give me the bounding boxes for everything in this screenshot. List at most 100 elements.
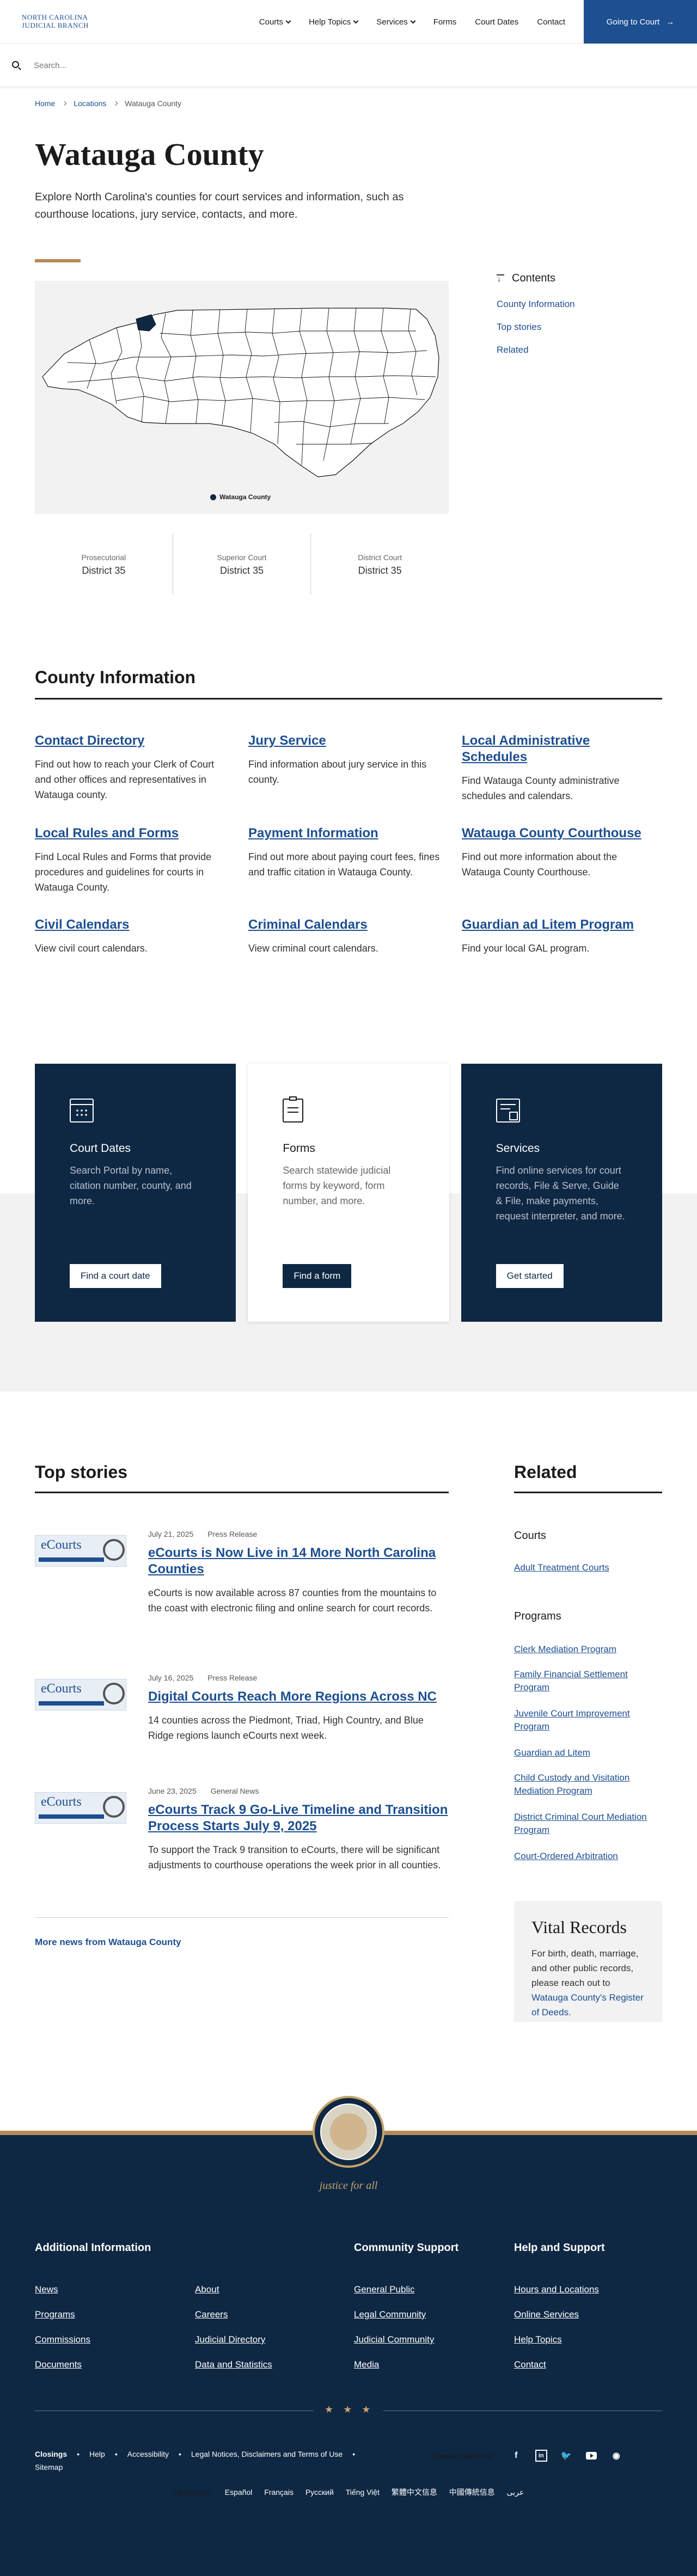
map-legend: Watauga County (210, 493, 271, 501)
language-link[interactable]: 中國傳統信息 (449, 2488, 495, 2497)
info-card-link[interactable]: Local Rules and Forms (35, 825, 248, 842)
language-link[interactable]: Tiếng Việt (346, 2488, 380, 2497)
nav-contact[interactable]: Contact (537, 17, 565, 27)
legal-links: Closings • Help • Accessibility • Legal Not… (35, 2450, 356, 2458)
story-title-link[interactable]: Digital Courts Reach More Regions Across… (148, 1689, 449, 1705)
story-title-link[interactable]: eCourts is Now Live in 14 More North Car… (148, 1545, 449, 1578)
related-link[interactable]: Child Custody and Visitation Mediation P… (514, 1771, 660, 1798)
info-card-link[interactable]: Guardian ad Litem Program (462, 917, 662, 933)
related-link[interactable]: District Criminal Court Mediation Progra… (514, 1811, 660, 1837)
card-title: Services (496, 1142, 540, 1155)
feature-cards: Court Dates Search Portal by name, citat… (35, 1064, 662, 1322)
cta-label: Going to Court (606, 17, 660, 27)
more-news-link[interactable]: More news from Watauga County (35, 1937, 181, 1948)
footer-link[interactable]: General Public (354, 2284, 415, 2295)
footer-link[interactable]: Judicial Community (354, 2334, 434, 2345)
footer-link[interactable]: Data and Statistics (195, 2359, 272, 2370)
help-link[interactable]: Help (89, 2450, 105, 2458)
nav-help-topics[interactable]: Help Topics (309, 17, 359, 27)
podcast-icon[interactable]: ◉ (610, 2450, 622, 2462)
toc-link-related[interactable]: Related (497, 345, 660, 355)
facebook-icon[interactable]: f (510, 2450, 522, 2462)
find-court-date-button[interactable]: Find a court date (70, 1264, 161, 1288)
toc-link-county-information[interactable]: County Information (497, 299, 660, 310)
story-desc: To support the Track 9 transition to eCo… (148, 1844, 441, 1870)
language-link[interactable]: 繁體中文信息 (392, 2488, 437, 2497)
footer-link[interactable]: About (195, 2284, 219, 2295)
section-divider (35, 1492, 449, 1493)
info-card-link[interactable]: Payment Information (248, 825, 462, 842)
footer-link[interactable]: Documents (35, 2359, 82, 2370)
related-programs-heading: Programs (514, 1610, 561, 1622)
footer-link[interactable]: Help Topics (514, 2334, 562, 2345)
story-thumbnail[interactable]: eCourts (35, 1792, 126, 1824)
legal-notices-link[interactable]: Legal Notices, Disclaimers and Terms of … (191, 2450, 343, 2458)
search-icon[interactable] (12, 61, 19, 68)
footer-link[interactable]: Media (354, 2359, 379, 2370)
info-card-link[interactable]: Watauga County Courthouse (462, 825, 662, 842)
info-card-link[interactable]: Civil Calendars (35, 917, 248, 933)
twitter-icon[interactable]: 🐦 (560, 2450, 572, 2462)
search-input[interactable] (34, 58, 360, 73)
accessibility-link[interactable]: Accessibility (127, 2450, 169, 2458)
info-card-payment: Payment Information Find out more about p… (248, 825, 462, 895)
story-thumbnail[interactable]: eCourts (35, 1535, 126, 1567)
find-form-button[interactable]: Find a form (283, 1264, 352, 1288)
breadcrumb-locations[interactable]: Locations (74, 99, 106, 108)
nav-forms[interactable]: Forms (433, 17, 457, 27)
footer-link[interactable]: Commissions (35, 2334, 90, 2345)
language-link[interactable]: Русский (305, 2488, 334, 2497)
footer-link[interactable]: Careers (195, 2309, 228, 2320)
footer-heading-help: Help and Support (514, 2242, 605, 2254)
magnifier-icon (103, 1683, 125, 1704)
info-card-link[interactable]: Criminal Calendars (248, 917, 462, 933)
site-footer (0, 2131, 697, 2576)
logo-line-1: North Carolina (22, 13, 88, 21)
youtube-icon[interactable] (585, 2450, 597, 2462)
related-link[interactable]: Guardian ad Litem (514, 1746, 660, 1759)
sitemap-link[interactable]: Sitemap (35, 2463, 63, 2471)
language-link[interactable]: Français (264, 2488, 294, 2497)
info-card-gal-program: Guardian ad Litem Program Find your local… (462, 917, 662, 956)
footer-link[interactable]: Programs (35, 2309, 75, 2320)
story-title-link[interactable]: eCourts Track 9 Go-Live Timeline and Tra… (148, 1802, 449, 1835)
story-item: eCourts July 16, 2025 Press Release Digit… (35, 1673, 449, 1750)
footer-link[interactable]: Hours and Locations (514, 2284, 599, 2295)
vital-text: For birth, death, marriage, and other pu… (531, 1948, 639, 1988)
related-link[interactable]: Court-Ordered Arbitration (514, 1850, 660, 1863)
nav-court-dates[interactable]: Court Dates (475, 17, 518, 27)
district-label: District Court (358, 553, 402, 562)
site-header: North Carolina Judicial Branch Courts He… (0, 0, 697, 44)
info-card-contact-directory: Contact Directory Find out how to reach y… (35, 733, 248, 804)
toc-link-top-stories[interactable]: Top stories (497, 322, 660, 333)
footer-link[interactable]: Judicial Directory (195, 2334, 265, 2345)
footer-link[interactable]: News (35, 2284, 58, 2295)
related-link[interactable]: Clerk Mediation Program (514, 1643, 660, 1656)
get-started-button[interactable]: Get started (496, 1264, 564, 1288)
star-ornament: ★★★ (325, 2404, 381, 2415)
story-type: Press Release (207, 1673, 258, 1682)
related-link[interactable]: Juvenile Court Improvement Program (514, 1707, 660, 1733)
footer-link[interactable]: Legal Community (354, 2309, 426, 2320)
site-logo[interactable]: North Carolina Judicial Branch (22, 13, 98, 29)
toc-heading: Contents (497, 272, 660, 285)
nav-courts[interactable]: Courts (259, 17, 291, 27)
footer-link[interactable]: Online Services (514, 2309, 579, 2320)
nav-services[interactable]: Services (376, 17, 416, 27)
closings-link[interactable]: Closings (35, 2450, 67, 2458)
info-card-link[interactable]: Contact Directory (35, 733, 248, 749)
related-link[interactable]: Adult Treatment Courts (514, 1561, 660, 1574)
going-to-court-button[interactable]: Going to Court → (584, 0, 697, 44)
linkedin-icon[interactable]: in (535, 2450, 547, 2462)
language-link[interactable]: عربى (507, 2488, 524, 2497)
court-seal-logo (313, 2096, 384, 2168)
breadcrumb-home[interactable]: Home (35, 99, 55, 108)
story-thumbnail[interactable]: eCourts (35, 1679, 126, 1710)
register-of-deeds-link[interactable]: Watauga County's Register of Deeds. (531, 1992, 644, 2017)
language-link[interactable]: Español (225, 2488, 253, 2497)
info-card-link[interactable]: Jury Service (248, 733, 462, 749)
card-title: Court Dates (70, 1142, 131, 1155)
footer-link[interactable]: Contact (514, 2359, 546, 2370)
info-card-link[interactable]: Local Administrative Schedules (462, 733, 662, 765)
related-link[interactable]: Family Financial Settlement Program (514, 1668, 660, 1694)
